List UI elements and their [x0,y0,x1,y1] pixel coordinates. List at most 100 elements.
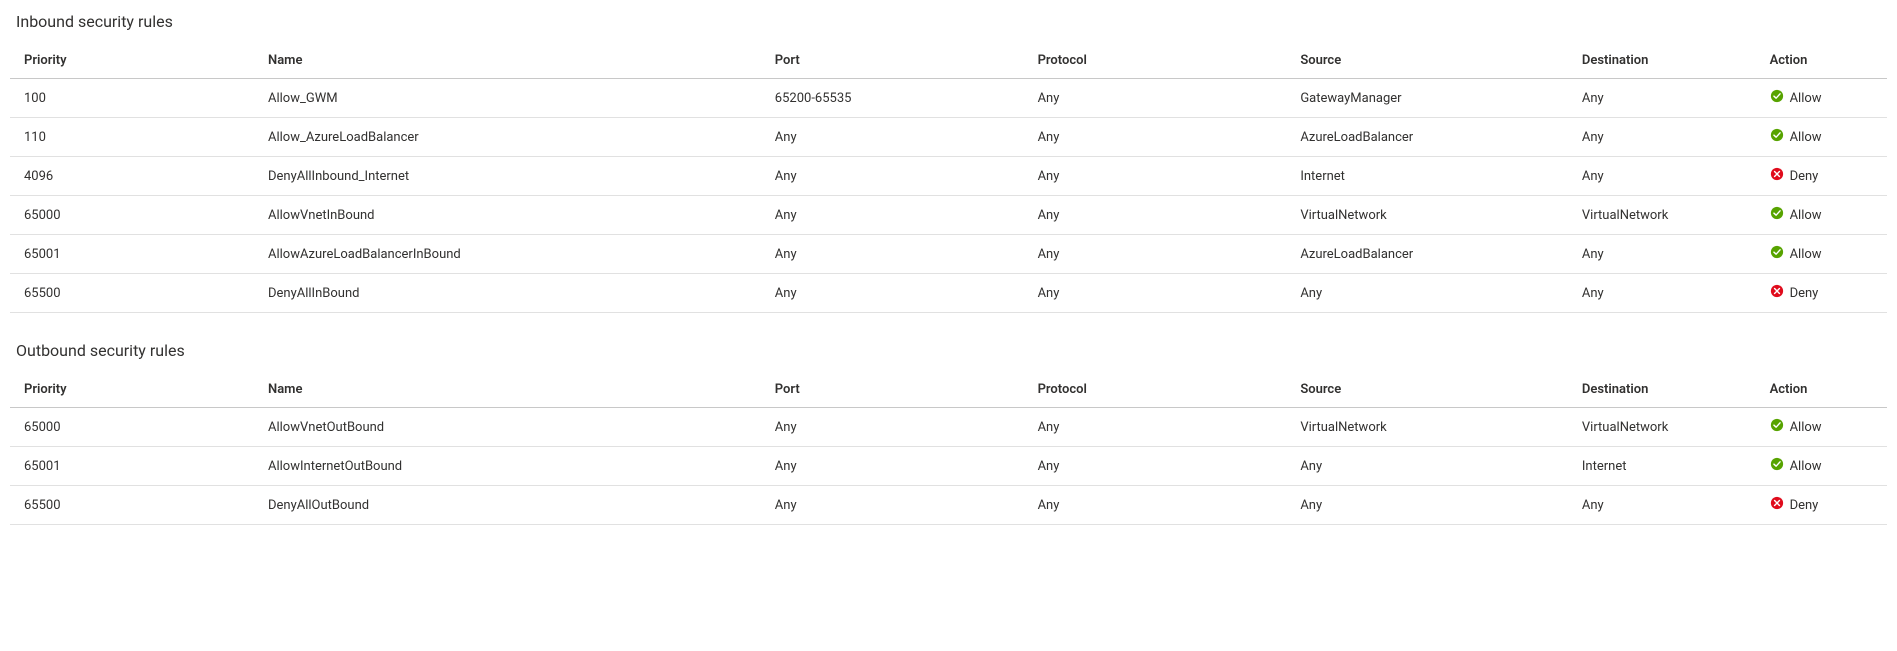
outbound-table: Priority Name Port Protocol Source Desti… [10,372,1887,525]
table-row[interactable]: 65000AllowVnetInBoundAnyAnyVirtualNetwor… [10,196,1887,235]
table-row[interactable]: 65000AllowVnetOutBoundAnyAnyVirtualNetwo… [10,408,1887,447]
cell-priority: 65000 [10,196,254,235]
cell-port: 65200-65535 [761,79,1024,118]
deny-icon [1770,284,1784,302]
cell-priority: 65500 [10,486,254,525]
cell-action: Allow [1756,79,1887,118]
action-label: Deny [1790,169,1819,184]
cell-protocol: Any [1024,486,1287,525]
outbound-title: Outbound security rules [10,341,1887,360]
allow-icon [1770,457,1784,475]
table-row[interactable]: 65500DenyAllInBoundAnyAnyAnyAnyDeny [10,274,1887,313]
cell-source: VirtualNetwork [1286,196,1568,235]
cell-protocol: Any [1024,79,1287,118]
cell-name: AllowVnetInBound [254,196,761,235]
inbound-title: Inbound security rules [10,12,1887,31]
cell-source: AzureLoadBalancer [1286,235,1568,274]
action-label: Deny [1790,286,1819,301]
cell-port: Any [761,274,1024,313]
cell-protocol: Any [1024,408,1287,447]
cell-destination: Any [1568,118,1756,157]
col-header-protocol[interactable]: Protocol [1024,372,1287,408]
deny-icon [1770,496,1784,514]
outbound-section: Outbound security rules Priority Name Po… [10,341,1887,525]
cell-destination: Any [1568,235,1756,274]
allow-icon [1770,89,1784,107]
cell-name: AllowAzureLoadBalancerInBound [254,235,761,274]
col-header-name[interactable]: Name [254,43,761,79]
cell-source: GatewayManager [1286,79,1568,118]
cell-protocol: Any [1024,118,1287,157]
cell-name: AllowInternetOutBound [254,447,761,486]
action-label: Allow [1790,130,1822,145]
allow-icon [1770,245,1784,263]
cell-action: Deny [1756,486,1887,525]
cell-port: Any [761,408,1024,447]
action-label: Allow [1790,459,1822,474]
inbound-table: Priority Name Port Protocol Source Desti… [10,43,1887,313]
cell-priority: 110 [10,118,254,157]
col-header-priority[interactable]: Priority [10,43,254,79]
cell-action: Deny [1756,274,1887,313]
action-label: Deny [1790,498,1819,513]
col-header-port[interactable]: Port [761,43,1024,79]
col-header-source[interactable]: Source [1286,372,1568,408]
cell-destination: Any [1568,274,1756,313]
col-header-name[interactable]: Name [254,372,761,408]
cell-action: Allow [1756,235,1887,274]
cell-protocol: Any [1024,157,1287,196]
cell-protocol: Any [1024,235,1287,274]
cell-port: Any [761,447,1024,486]
action-label: Allow [1790,91,1822,106]
col-header-destination[interactable]: Destination [1568,372,1756,408]
cell-priority: 65001 [10,235,254,274]
col-header-action[interactable]: Action [1756,43,1887,79]
col-header-priority[interactable]: Priority [10,372,254,408]
cell-priority: 65500 [10,274,254,313]
allow-icon [1770,128,1784,146]
action-label: Allow [1790,208,1822,223]
cell-action: Deny [1756,157,1887,196]
cell-destination: Internet [1568,447,1756,486]
cell-name: DenyAllInBound [254,274,761,313]
cell-name: DenyAllOutBound [254,486,761,525]
cell-protocol: Any [1024,196,1287,235]
col-header-protocol[interactable]: Protocol [1024,43,1287,79]
action-label: Allow [1790,420,1822,435]
allow-icon [1770,418,1784,436]
col-header-action[interactable]: Action [1756,372,1887,408]
cell-destination: VirtualNetwork [1568,408,1756,447]
table-row[interactable]: 4096DenyAllInbound_InternetAnyAnyInterne… [10,157,1887,196]
table-row[interactable]: 65500DenyAllOutBoundAnyAnyAnyAnyDeny [10,486,1887,525]
cell-name: AllowVnetOutBound [254,408,761,447]
cell-priority: 65001 [10,447,254,486]
action-label: Allow [1790,247,1822,262]
col-header-port[interactable]: Port [761,372,1024,408]
table-row[interactable]: 65001AllowAzureLoadBalancerInBound Any Any… [10,235,1887,274]
cell-destination: VirtualNetwork [1568,196,1756,235]
cell-protocol: Any [1024,274,1287,313]
table-row[interactable]: 110Allow_AzureLoadBalancerAnyAnyAzureLoa… [10,118,1887,157]
cell-name: Allow_GWM [254,79,761,118]
cell-source: Any [1286,447,1568,486]
cell-source: AzureLoadBalancer [1286,118,1568,157]
cell-port: Any [761,486,1024,525]
col-header-destination[interactable]: Destination [1568,43,1756,79]
cell-priority: 100 [10,79,254,118]
cell-priority: 4096 [10,157,254,196]
cell-name: DenyAllInbound_Internet [254,157,761,196]
cell-destination: Any [1568,79,1756,118]
table-row[interactable]: 65001AllowInternetOutBoundAnyAnyAnyInter… [10,447,1887,486]
cell-protocol: Any [1024,447,1287,486]
cell-destination: Any [1568,157,1756,196]
table-header-row: Priority Name Port Protocol Source Desti… [10,372,1887,408]
cell-port: Any [761,157,1024,196]
col-header-source[interactable]: Source [1286,43,1568,79]
cell-source: Any [1286,486,1568,525]
table-row[interactable]: 100Allow_GWM65200-65535AnyGatewayManager… [10,79,1887,118]
cell-action: Allow [1756,196,1887,235]
table-header-row: Priority Name Port Protocol Source Desti… [10,43,1887,79]
cell-source: Any [1286,274,1568,313]
cell-port: Any [761,196,1024,235]
cell-port: Any [761,118,1024,157]
